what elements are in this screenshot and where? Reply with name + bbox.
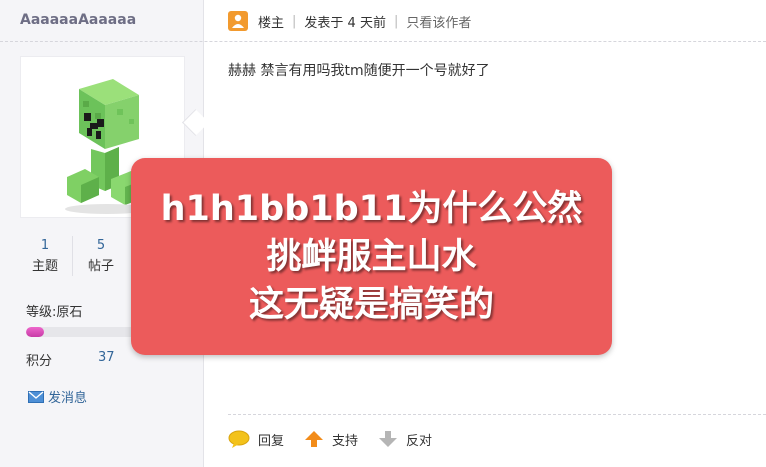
thumb-down-arrow-icon <box>379 431 398 447</box>
only-author-link[interactable]: 只看该作者 <box>406 12 471 31</box>
post-actions: 回复 支持 反对 <box>228 428 452 450</box>
caption-line-3: 这无疑是搞笑的 <box>248 284 494 325</box>
level-progress-fill <box>26 327 44 337</box>
caption-overlay: h1h1bb1b11为什么公然 挑衅服主山水 这无疑是搞笑的 <box>131 158 612 355</box>
post-header: 楼主 | 发表于 4 天前 | 只看该作者 <box>228 9 471 33</box>
caption-line-1: h1h1bb1b11为什么公然 <box>160 188 583 229</box>
send-message-label: 发消息 <box>48 391 88 406</box>
reply-label: 回复 <box>258 433 285 449</box>
points-label: 积分 <box>26 354 53 369</box>
oppose-button[interactable]: 反对 <box>378 430 432 449</box>
post-content: 赫赫 禁言有用吗我tm随便开一个号就好了 <box>228 63 490 79</box>
oppose-label: 反对 <box>406 433 433 449</box>
stat-topics[interactable]: 1 主题 <box>20 236 70 278</box>
stat-topics-count[interactable]: 1 <box>20 236 70 256</box>
support-button[interactable]: 支持 <box>304 430 358 449</box>
points-value[interactable]: 37 <box>98 350 115 365</box>
stat-posts-count[interactable]: 5 <box>76 236 126 256</box>
stat-topics-label: 主题 <box>31 259 58 274</box>
thumb-up-arrow-icon <box>305 431 324 447</box>
stat-divider <box>72 236 73 276</box>
user-level: 等级:原石 <box>26 305 83 320</box>
reply-button[interactable]: 回复 <box>228 430 284 449</box>
header-separator: | <box>292 13 297 29</box>
support-label: 支持 <box>332 433 359 449</box>
speech-bubble-icon <box>228 430 250 448</box>
post-time: 发表于 4 天前 <box>304 15 386 31</box>
level-progress-bar <box>26 327 146 337</box>
mail-icon <box>28 390 44 403</box>
username[interactable]: AaaaaaAaaaaa <box>20 12 136 28</box>
header-separator: | <box>393 13 399 29</box>
stat-posts-label: 帖子 <box>87 259 114 274</box>
header-divider <box>0 41 766 42</box>
footer-divider <box>228 414 766 415</box>
author-icon <box>228 11 248 31</box>
stat-posts[interactable]: 5 帖子 <box>76 236 126 278</box>
author-badge: 楼主 <box>258 15 285 31</box>
send-message-link[interactable]: 发消息 <box>28 387 87 406</box>
caption-line-2: 挑衅服主山水 <box>266 236 477 277</box>
